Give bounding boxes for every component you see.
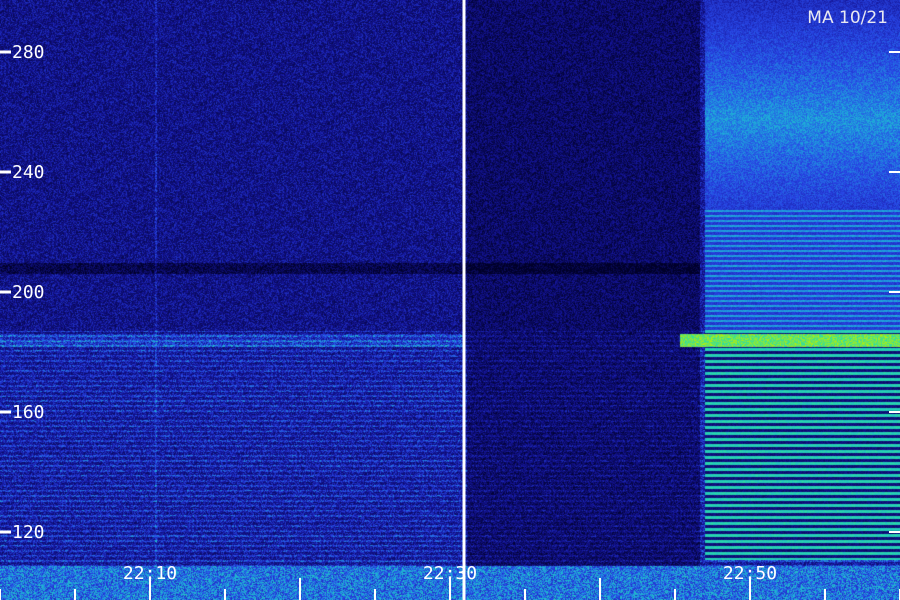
spectrogram-canvas (0, 0, 900, 600)
spectrogram-view: 280 240 200 160 120 22:10 22:30 22:50 MA 10/21 (0, 0, 900, 600)
